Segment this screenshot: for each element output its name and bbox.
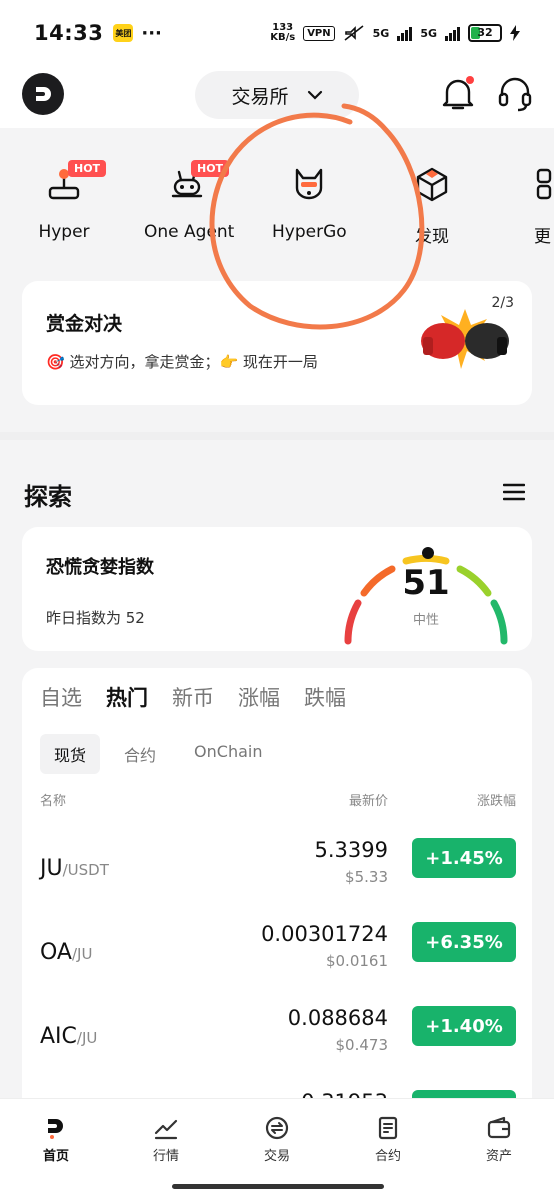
- nav-futures[interactable]: 合约: [348, 1115, 428, 1164]
- mute-icon: [344, 25, 364, 41]
- home-indicator: [172, 1184, 384, 1189]
- meituan-app-icon: 美团: [113, 24, 134, 42]
- sim2-label: 5G: [420, 26, 437, 40]
- change-badge[interactable]: +1.45%: [412, 838, 516, 878]
- charging-icon: [510, 25, 520, 41]
- notification-bell-icon[interactable]: [441, 74, 475, 114]
- feature-label: One Agent: [144, 222, 235, 242]
- fear-greed-yesterday: 昨日指数为 52: [46, 609, 145, 627]
- bounty-subtitle: 🎯 选对方向，拿走赏金；👉 现在开一局: [46, 353, 318, 371]
- nav-label: 合约: [374, 1149, 401, 1164]
- home-icon: [48, 1119, 63, 1139]
- subtab-spot[interactable]: 现货: [40, 734, 101, 774]
- table-row[interactable]: AIC/JU 0.088684 $0.473 +1.40%: [40, 1004, 516, 1074]
- market-subtabs: 现货 合约 OnChain: [40, 734, 276, 774]
- wallet-icon: [487, 1116, 511, 1139]
- fiat-price: $0.0161: [325, 952, 388, 970]
- net-speed: 133 KB/s: [270, 22, 296, 43]
- fear-greed-title: 恐慌贪婪指数: [46, 557, 154, 578]
- nav-home[interactable]: 首页: [16, 1115, 96, 1164]
- nav-markets[interactable]: 行情: [126, 1115, 206, 1164]
- nav-trade[interactable]: 交易: [237, 1115, 317, 1164]
- pair-name: AIC/JU: [40, 1024, 98, 1049]
- bottom-navigation: 首页 行情 交易 合约 资产: [0, 1098, 554, 1199]
- tab-favorites[interactable]: 自选: [40, 682, 82, 712]
- contract-icon: [378, 1116, 398, 1140]
- dog-icon: [295, 168, 323, 200]
- header-name: 名称: [40, 794, 67, 809]
- change-badge[interactable]: +1.40%: [412, 1006, 516, 1046]
- status-time: 14:33: [34, 21, 104, 45]
- section-divider: [0, 432, 554, 440]
- app-header: 交易所: [0, 66, 554, 128]
- feature-label: HyperGo: [272, 222, 347, 242]
- market-tabs: 自选 热门 新币 涨幅 跌幅: [40, 682, 346, 712]
- pair-name: JU/USDT: [40, 856, 109, 881]
- trade-icon: [265, 1116, 289, 1140]
- nav-label: 行情: [152, 1149, 179, 1164]
- tab-new-coins[interactable]: 新币: [172, 682, 214, 712]
- pair-name: OA/JU: [40, 940, 93, 965]
- tab-hot[interactable]: 热门: [106, 682, 148, 712]
- status-bar: 14:33 美团 ··· 133 KB/s VPN 5G 5G 32: [0, 0, 554, 66]
- subtab-futures[interactable]: 合约: [110, 734, 170, 774]
- fiat-price: $5.33: [345, 868, 388, 886]
- signal-icon-2: [445, 25, 460, 41]
- change-badge[interactable]: +6.35%: [412, 922, 516, 962]
- last-price: 0.00301724: [261, 922, 388, 946]
- bounty-battle-card[interactable]: 赏金对决 🎯 选对方向，拿走赏金；👉 现在开一局 2/3: [22, 281, 532, 405]
- tab-losers[interactable]: 跌幅: [304, 682, 346, 712]
- vpn-icon: VPN: [303, 25, 335, 41]
- market-list-card: 自选 热门 新币 涨幅 跌幅 现货 合约 OnChain 名称 最新价 涨跌幅 …: [22, 668, 532, 1108]
- feature-more[interactable]: 更: [534, 164, 554, 254]
- more-notifications-icon: ···: [141, 22, 162, 44]
- cube-icon: [416, 167, 448, 202]
- signal-icon: [397, 25, 413, 41]
- feature-label: 发现: [415, 227, 449, 247]
- explore-title: 探索: [24, 483, 72, 511]
- exchange-selector[interactable]: 交易所: [195, 71, 359, 119]
- fiat-price: $0.473: [335, 1036, 389, 1054]
- nav-assets[interactable]: 资产: [459, 1115, 539, 1164]
- last-price: 5.3399: [314, 838, 388, 862]
- chevron-down-icon: [307, 90, 322, 100]
- feature-hypergo[interactable]: HyperGo: [272, 164, 347, 254]
- logo-icon: [36, 87, 51, 101]
- hot-badge: HOT: [191, 160, 230, 177]
- fear-greed-card[interactable]: 恐慌贪婪指数 昨日指数为 52 51 中性: [22, 527, 532, 651]
- nav-label: 资产: [485, 1149, 512, 1164]
- exchange-label: 交易所: [231, 85, 289, 108]
- menu-icon[interactable]: [503, 482, 525, 502]
- feature-shortcuts: HOT Hyper HOT One Agent HyperGo 发现 更: [0, 128, 554, 278]
- subtab-onchain[interactable]: OnChain: [180, 734, 276, 774]
- feature-discover[interactable]: 发现: [412, 164, 452, 254]
- bounty-title: 赏金对决: [46, 313, 123, 335]
- sim1-label: 5G: [372, 26, 390, 40]
- table-row[interactable]: JU/USDT 5.3399 $5.33 +1.45%: [40, 836, 516, 906]
- customer-service-icon[interactable]: [496, 74, 534, 114]
- table-row[interactable]: OA/JU 0.00301724 $0.0161 +6.35%: [40, 920, 516, 990]
- boxing-gloves-icon: [421, 309, 509, 369]
- fear-greed-label: 中性: [412, 613, 439, 628]
- battery-icon: 32: [468, 24, 502, 42]
- nav-label: 首页: [42, 1149, 69, 1164]
- fear-greed-value: 51: [402, 563, 450, 603]
- feature-label: 更: [534, 227, 551, 247]
- tab-gainers[interactable]: 涨幅: [238, 682, 280, 712]
- feature-hyper[interactable]: HOT Hyper: [38, 160, 107, 254]
- last-price: 0.088684: [287, 1006, 388, 1030]
- feature-label: Hyper: [38, 222, 90, 242]
- header-price: 最新价: [348, 794, 388, 809]
- app-logo[interactable]: [22, 73, 64, 115]
- chart-trend-icon: [154, 1119, 178, 1140]
- nav-label: 交易: [263, 1149, 290, 1164]
- feature-one-agent[interactable]: HOT One Agent: [144, 160, 235, 254]
- header-change: 涨跌幅: [476, 794, 516, 809]
- hot-badge: HOT: [68, 160, 107, 177]
- grid-icon: [536, 168, 552, 200]
